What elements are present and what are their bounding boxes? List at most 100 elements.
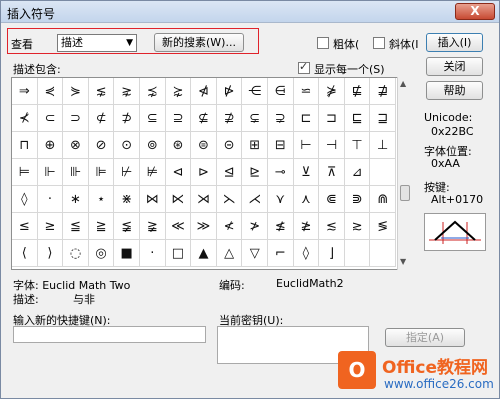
symbol-cell[interactable]: ⊏	[293, 105, 320, 132]
symbol-cell[interactable]: ◌	[63, 240, 89, 267]
scroll-down-icon[interactable]: ▼	[400, 257, 406, 266]
symbol-cell[interactable]: ≯	[242, 213, 268, 240]
symbol-cell[interactable]: ⊪	[63, 159, 89, 186]
bold-checkbox[interactable]	[317, 37, 329, 49]
symbol-cell[interactable]: ⋋	[216, 186, 243, 213]
symbol-cell[interactable]: ⋨	[140, 78, 166, 105]
symbol-cell[interactable]: ⋢	[344, 78, 371, 105]
symbol-cell[interactable]: ⊻	[293, 159, 320, 186]
symbol-cell[interactable]: ⟨	[12, 240, 38, 267]
symbol-cell[interactable]: ⋳	[268, 78, 294, 105]
grid-scrollbar[interactable]: ▲ ▼	[397, 77, 412, 270]
symbol-cell[interactable]: ⊊	[242, 105, 268, 132]
symbol-cell[interactable]: ≨	[114, 213, 140, 240]
symbol-cell[interactable]: ⌐	[268, 240, 294, 267]
symbol-cell[interactable]: ⊩	[37, 159, 64, 186]
symbol-cell[interactable]: ⊉	[216, 105, 243, 132]
symbol-cell[interactable]: ⊃	[63, 105, 89, 132]
scroll-thumb[interactable]	[400, 185, 410, 201]
symbol-cell[interactable]: ⊈	[191, 105, 217, 132]
symbol-cell[interactable]: ⋒	[370, 186, 396, 213]
symbol-cell[interactable]: ⋐	[319, 186, 345, 213]
symbol-cell[interactable]: ⊆	[140, 105, 166, 132]
symbol-cell[interactable]: ≱	[293, 213, 320, 240]
symbol-cell[interactable]: ◎	[88, 240, 115, 267]
symbol-cell[interactable]: ⊕	[37, 132, 64, 159]
symbol-cell[interactable]: ⊒	[370, 105, 396, 132]
symbol-cell[interactable]: ·	[37, 186, 64, 213]
symbol-cell[interactable]: ⊐	[319, 105, 345, 132]
symbol-cell[interactable]: ⊿	[344, 159, 371, 186]
symbol-cell[interactable]: ⋟	[63, 78, 89, 105]
view-select[interactable]: 描述 ▼	[57, 34, 137, 52]
symbol-cell[interactable]: ⋏	[293, 186, 320, 213]
symbol-cell[interactable]: ⋌	[242, 186, 268, 213]
symbol-cell[interactable]: ⋍	[293, 78, 320, 105]
symbol-cell[interactable]: ⊨	[12, 159, 38, 186]
symbol-cell[interactable]: ≫	[191, 213, 217, 240]
symbol-cell[interactable]: ⋩	[165, 78, 192, 105]
symbol-cell[interactable]: ⋲	[242, 78, 268, 105]
symbol-cell[interactable]: ⋦	[88, 78, 115, 105]
symbol-cell[interactable]: ◊	[293, 240, 320, 267]
symbol-cell[interactable]: ≤	[12, 213, 38, 240]
symbol-cell[interactable]: ·	[140, 240, 166, 267]
close-window-button[interactable]: X	[455, 3, 495, 20]
symbol-cell[interactable]: ∗	[63, 186, 89, 213]
symbol-cell[interactable]: ⊸	[268, 159, 294, 186]
symbol-cell[interactable]: ▽	[242, 240, 268, 267]
symbol-cell[interactable]: ⊤	[344, 132, 371, 159]
symbol-cell[interactable]: ≳	[344, 213, 371, 240]
symbol-cell[interactable]: ⊥	[370, 132, 396, 159]
symbol-cell[interactable]: ⊟	[268, 132, 294, 159]
symbol-cell[interactable]: ▲	[191, 240, 217, 267]
symbol-cell[interactable]	[370, 159, 396, 186]
italic-checkbox[interactable]	[373, 37, 385, 49]
symbol-cell[interactable]: ⋫	[216, 78, 243, 105]
symbol-cell[interactable]: ⋎	[268, 186, 294, 213]
symbol-cell[interactable]: ⇒	[12, 78, 38, 105]
symbol-cell[interactable]: ⊂	[37, 105, 64, 132]
symbol-cell[interactable]: ⋪	[191, 78, 217, 105]
symbol-cell[interactable]: ⊢	[293, 132, 320, 159]
symbol-cell[interactable]: ⊑	[344, 105, 371, 132]
symbol-cell[interactable]: ⊴	[216, 159, 243, 186]
symbol-cell[interactable]: ≧	[88, 213, 115, 240]
symbol-cell[interactable]: ⋞	[37, 78, 64, 105]
symbol-cell[interactable]: ⊇	[165, 105, 192, 132]
symbol-cell[interactable]: ⊜	[191, 132, 217, 159]
symbol-cell[interactable]: ⊬	[114, 159, 140, 186]
symbol-cell[interactable]: ≰	[268, 213, 294, 240]
new-search-button[interactable]: 新的搜素(W)...	[154, 33, 244, 52]
symbol-cell[interactable]: ⋇	[114, 186, 140, 213]
symbol-cell[interactable]: ⊛	[165, 132, 192, 159]
assign-button[interactable]: 指定(A)	[385, 328, 465, 347]
symbol-cell[interactable]: ⋆	[88, 186, 115, 213]
insert-button[interactable]: 插入(I)	[426, 33, 483, 52]
symbol-cell[interactable]: ⊀	[12, 105, 38, 132]
symbol-cell[interactable]: ⊝	[216, 132, 243, 159]
symbol-cell[interactable]: ⊋	[268, 105, 294, 132]
symbol-cell[interactable]: ⊘	[88, 132, 115, 159]
symbol-cell[interactable]: ⊓	[12, 132, 38, 159]
symbol-cell[interactable]: ⊫	[88, 159, 115, 186]
symbol-cell[interactable]: ⊙	[114, 132, 140, 159]
symbol-cell[interactable]: ≪	[165, 213, 192, 240]
symbol-cell[interactable]: ≦	[63, 213, 89, 240]
show-each-checkbox[interactable]	[298, 60, 310, 74]
symbol-cell[interactable]: ⋑	[344, 186, 371, 213]
symbol-cell[interactable]: ⊭	[140, 159, 166, 186]
help-button[interactable]: 帮助	[426, 81, 483, 100]
symbol-cell[interactable]: ⊗	[63, 132, 89, 159]
symbol-cell[interactable]: ≶	[370, 213, 396, 240]
symbol-cell[interactable]: □	[165, 240, 192, 267]
symbol-cell[interactable]: ⌋	[319, 240, 345, 267]
symbol-cell[interactable]: ⋉	[165, 186, 192, 213]
symbol-cell[interactable]: ◊	[12, 186, 38, 213]
symbol-cell[interactable]: ⟩	[37, 240, 64, 267]
symbol-cell[interactable]	[370, 240, 396, 267]
symbol-cell[interactable]: ⊚	[140, 132, 166, 159]
symbol-cell[interactable]: ⊳	[191, 159, 217, 186]
symbol-cell[interactable]: ■	[114, 240, 140, 267]
symbol-cell[interactable]: ⋊	[191, 186, 217, 213]
